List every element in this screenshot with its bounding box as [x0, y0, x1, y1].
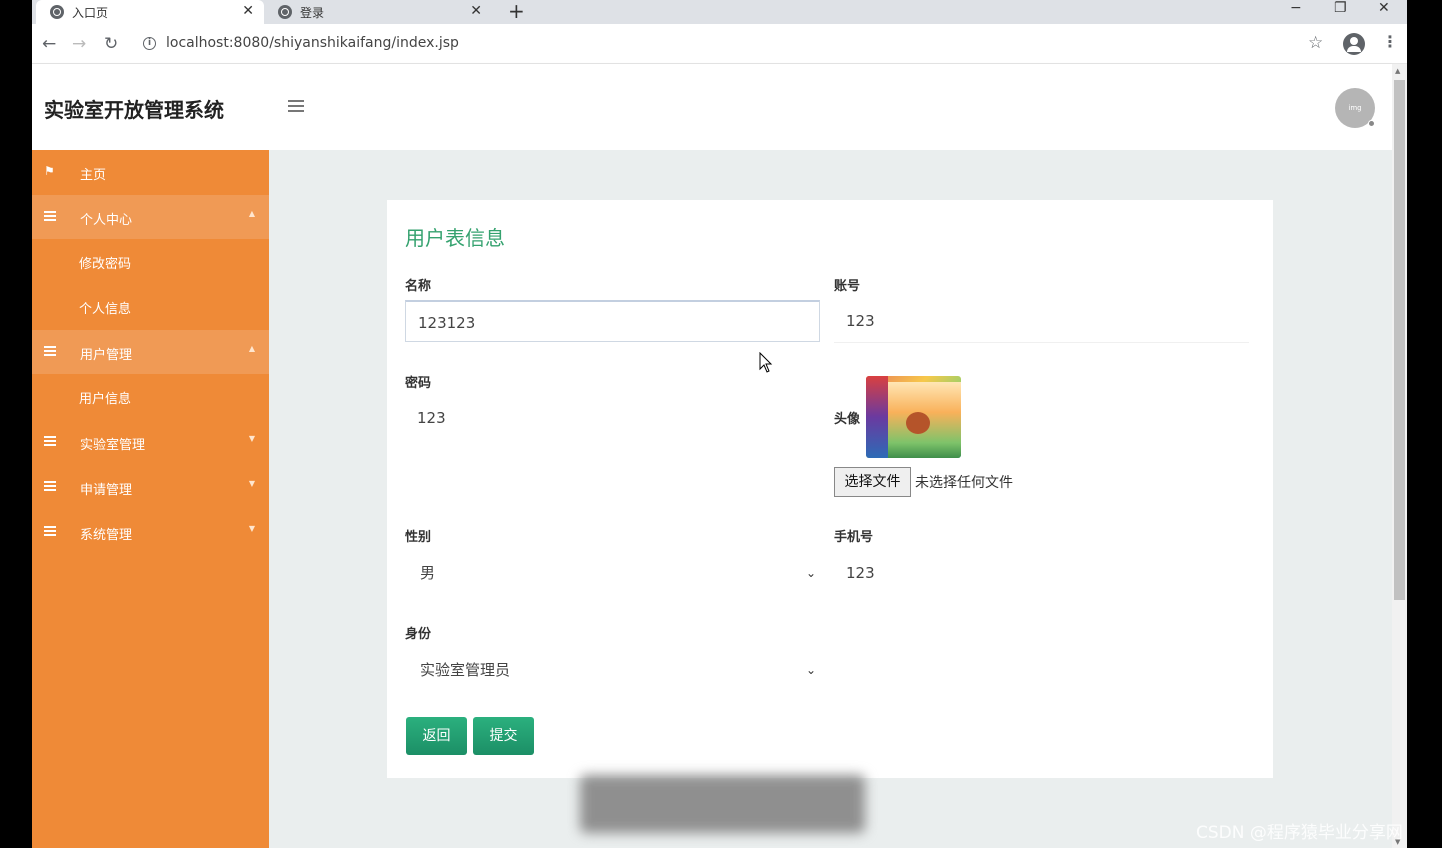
forward-arrow-icon[interactable]: →: [72, 34, 86, 54]
chevron-down-icon: ⌄: [805, 663, 816, 677]
name-label: 名称: [405, 279, 432, 294]
sidebar-item-label: 主页: [80, 168, 107, 183]
sidebar-item-system-management[interactable]: 系统管理 ▼: [32, 510, 269, 554]
role-label: 身份: [405, 627, 432, 642]
sidebar-item-user-info[interactable]: 用户信息: [32, 374, 269, 418]
account-input[interactable]: 123: [834, 300, 1249, 342]
status-dot: [1368, 120, 1375, 127]
minimize-icon[interactable]: −: [1290, 0, 1302, 16]
chevron-down-icon: ▼: [248, 524, 255, 533]
scroll-up-icon[interactable]: ▲: [1395, 67, 1400, 75]
profile-icon[interactable]: [1343, 33, 1365, 55]
sidebar-item-personal-center[interactable]: 个人中心 ▲: [32, 195, 269, 239]
restore-icon[interactable]: ❐: [1334, 0, 1347, 16]
site-info-icon[interactable]: i: [143, 37, 156, 50]
avatar-preview-image: [866, 376, 961, 458]
sidebar-item-label: 申请管理: [80, 483, 133, 498]
url-field[interactable]: localhost:8080/shiyanshikaifang/index.js…: [166, 35, 459, 51]
list-icon: [44, 210, 56, 222]
gender-value: 男: [420, 564, 436, 582]
list-icon: [44, 345, 56, 357]
close-tab-icon[interactable]: ✕: [242, 3, 254, 19]
mouse-cursor-icon: [759, 352, 773, 373]
chevron-up-icon: ▲: [248, 209, 255, 218]
sidebar-item-label: 用户管理: [80, 348, 133, 363]
divider: [834, 342, 1249, 343]
browser-tab-login[interactable]: 登录 ✕: [264, 0, 492, 24]
file-status-text: 未选择任何文件: [915, 475, 1013, 491]
choose-file-button[interactable]: 选择文件: [834, 467, 911, 497]
role-select[interactable]: 实验室管理员 ⌄: [405, 652, 820, 688]
sidebar-item-change-password[interactable]: 修改密码: [32, 239, 269, 283]
new-tab-button[interactable]: +: [508, 0, 525, 22]
password-input[interactable]: 123: [405, 397, 820, 439]
sidebar: ⚑ 主页 个人中心 ▲ 修改密码 个人信息 用户管理 ▲ 用户信息 实验室管理 …: [32, 150, 269, 848]
watermark-text: CSDN @程序猿毕业分享网: [1196, 823, 1403, 843]
avatar-label: 头像: [834, 412, 861, 427]
account-label: 账号: [834, 279, 861, 294]
browser-window: 入口页 ✕ 登录 ✕ + − ❐ ✕ ← → ↻ i localhost:808…: [32, 0, 1407, 848]
browser-tab-entry[interactable]: 入口页 ✕: [36, 0, 264, 24]
sidebar-item-lab-management[interactable]: 实验室管理 ▼: [32, 420, 269, 464]
phone-input[interactable]: 123: [834, 552, 1249, 594]
role-value: 实验室管理员: [420, 661, 511, 679]
tab-label: 入口页: [72, 5, 109, 20]
sidebar-item-label: 个人中心: [80, 213, 133, 228]
sidebar-item-label: 修改密码: [79, 257, 132, 272]
chevron-down-icon: ▼: [248, 479, 255, 488]
name-input[interactable]: 123123: [405, 300, 820, 342]
hamburger-menu-icon[interactable]: [288, 100, 304, 113]
sidebar-item-home[interactable]: ⚑ 主页: [32, 150, 269, 194]
reload-icon[interactable]: ↻: [104, 34, 118, 54]
chevron-down-icon: ▼: [248, 434, 255, 443]
browser-menu-icon[interactable]: ⋮: [1382, 32, 1398, 51]
list-icon: [44, 480, 56, 492]
tab-strip: 入口页 ✕ 登录 ✕ + − ❐ ✕: [32, 0, 1407, 24]
gender-select[interactable]: 男 ⌄: [405, 555, 820, 591]
back-button[interactable]: 返回: [406, 717, 467, 755]
chevron-up-icon: ▲: [248, 344, 255, 353]
sidebar-item-label: 个人信息: [79, 302, 132, 317]
form-title: 用户表信息: [405, 226, 505, 250]
back-arrow-icon[interactable]: ←: [42, 34, 56, 54]
phone-label: 手机号: [834, 530, 874, 545]
main-content: 用户表信息 名称 123123 账号 123 密码 123 头像 选择文件 未选…: [269, 150, 1392, 848]
chevron-down-icon: ⌄: [805, 566, 816, 580]
scrollbar-thumb[interactable]: [1394, 80, 1405, 600]
gender-label: 性别: [405, 530, 432, 545]
app-header: 实验室开放管理系统 img: [32, 64, 1392, 150]
bookmark-star-icon[interactable]: ☆: [1308, 33, 1323, 53]
list-icon: [44, 435, 56, 447]
user-form-card: 用户表信息 名称 123123 账号 123 密码 123 头像 选择文件 未选…: [387, 200, 1273, 778]
flag-icon: ⚑: [44, 164, 55, 178]
app-title: 实验室开放管理系统: [44, 98, 224, 122]
sidebar-item-label: 实验室管理: [80, 438, 146, 453]
sidebar-item-label: 用户信息: [79, 392, 132, 407]
sidebar-item-user-management[interactable]: 用户管理 ▲: [32, 330, 269, 374]
submit-button[interactable]: 提交: [473, 717, 534, 755]
password-label: 密码: [405, 376, 432, 391]
blurred-redaction: [580, 775, 865, 833]
globe-icon: [278, 5, 292, 19]
sidebar-item-application-management[interactable]: 申请管理 ▼: [32, 465, 269, 509]
sidebar-item-personal-info[interactable]: 个人信息: [32, 284, 269, 328]
close-tab-icon[interactable]: ✕: [470, 3, 482, 19]
list-icon: [44, 525, 56, 537]
sidebar-item-label: 系统管理: [80, 528, 133, 543]
globe-icon: [50, 5, 64, 19]
window-close-icon[interactable]: ✕: [1378, 0, 1390, 16]
tab-label: 登录: [300, 5, 325, 20]
